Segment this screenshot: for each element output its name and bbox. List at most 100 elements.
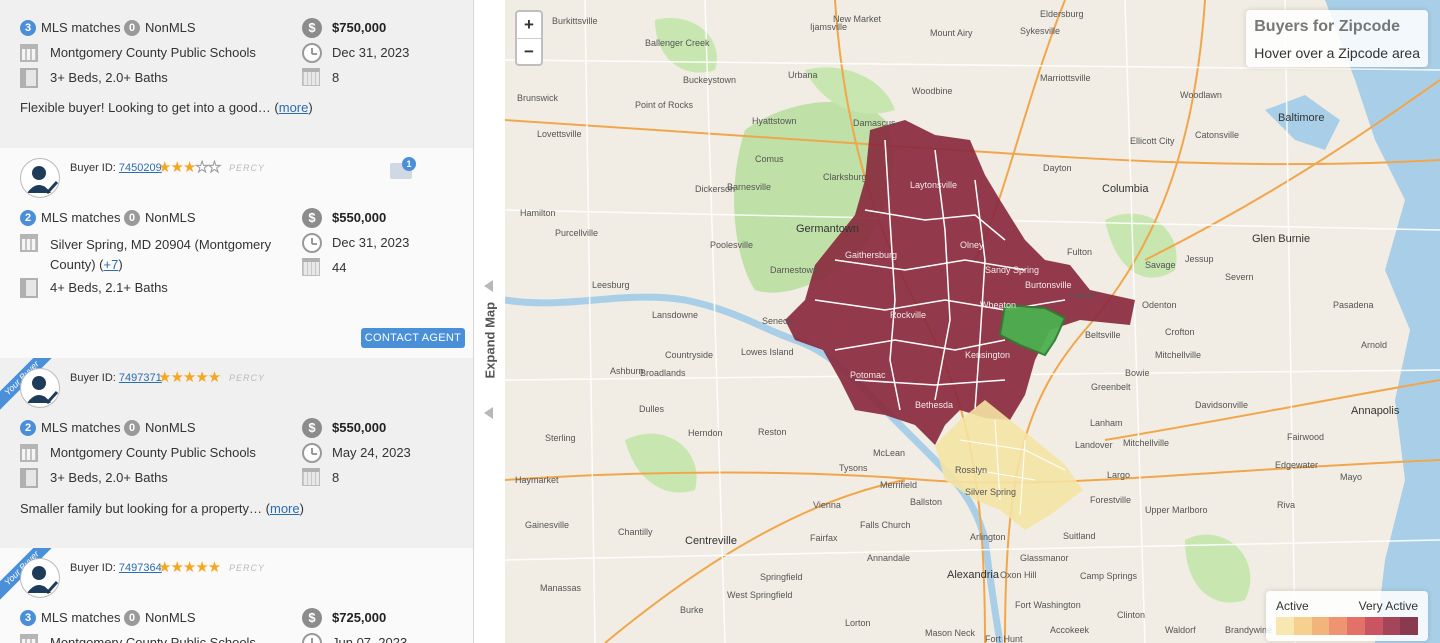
map-label: Fairfax (810, 533, 838, 543)
rating-stars: ★★★★★ (158, 559, 221, 576)
map-label: Burkittsville (552, 16, 598, 26)
map-label: Marriottsville (1040, 73, 1091, 83)
buyer-id-link[interactable]: 7450209 (119, 162, 162, 174)
map-label: Suitland (1063, 531, 1096, 541)
map-label: Brandywine (1225, 625, 1273, 635)
buyer-card[interactable]: Buyer ID: 7450209 ★★★★★ PERCY 1 2 MLS mat… (0, 148, 473, 358)
dollar-icon: $ (302, 208, 322, 228)
map-label: Purcellville (555, 228, 599, 238)
school-icon (20, 444, 38, 462)
more-link[interactable]: more (270, 501, 300, 516)
buyer-id-link[interactable]: 7497364 (119, 562, 162, 574)
map-canvas[interactable] (505, 0, 1440, 643)
map-label: Davidsonville (1195, 400, 1249, 410)
map-label: Woodbine (912, 86, 953, 96)
buyer-card[interactable]: Your Buyer Buyer ID: 7497364 ★★★★★ PERCY… (0, 548, 473, 643)
location-text: Montgomery County Public Schools (50, 45, 256, 60)
map-label: Greenbelt (1091, 382, 1131, 392)
map-label: Springfield (760, 572, 803, 582)
expand-map-toggle[interactable]: Expand Map (475, 0, 505, 643)
map-label: Countryside (665, 350, 714, 360)
legend-swatch (1382, 617, 1401, 635)
bed-icon (20, 468, 38, 488)
location-text: Montgomery County Public Schools (50, 635, 256, 643)
legend-swatch (1400, 617, 1418, 635)
price-text: $550,000 (332, 420, 387, 435)
info-subtitle: Hover over a Zipcode area (1254, 45, 1420, 61)
message-icon[interactable]: 1 (390, 157, 416, 179)
map-label: Brunswick (517, 93, 559, 103)
map-label: Fulton (1067, 247, 1093, 257)
park-area (625, 433, 697, 493)
date-text: Dec 31, 2023 (332, 235, 410, 250)
map-label: Upper Marlboro (1145, 505, 1208, 515)
contact-agent-button[interactable]: CONTACT AGENT (361, 328, 465, 348)
map-label: Hamilton (520, 208, 556, 218)
map-label: Merrifield (880, 480, 918, 490)
nonmls: 0 NonMLS (124, 210, 196, 226)
map-label: Laurel (1070, 290, 1096, 300)
map-label: Point of Rocks (635, 100, 694, 110)
legend-swatch (1329, 617, 1347, 635)
buyer-card[interactable]: Your Buyer Buyer ID: 7497371 ★★★★★ PERCY… (0, 358, 473, 548)
map-label: Forestville (1090, 495, 1132, 505)
zoom-in-button[interactable]: + (517, 12, 541, 38)
map-label: Tysons (839, 463, 868, 473)
map-label: Mitchellville (1155, 350, 1202, 360)
map-label: Riva (1277, 500, 1296, 510)
count-text: 8 (332, 470, 340, 485)
location-more-link[interactable]: +7 (103, 257, 118, 272)
map-label: Poolesville (710, 240, 754, 250)
map-label: Camp Springs (1080, 571, 1138, 581)
rating-stars: ★★★★★ (158, 159, 222, 177)
nonmls: 0 NonMLS (124, 420, 196, 436)
map-label: Reston (758, 427, 787, 437)
buyer-id: Buyer ID: 7497364 (70, 562, 162, 574)
zoom-out-button[interactable]: − (517, 38, 541, 64)
expand-arrow-icon (484, 280, 493, 292)
map-label: Crofton (1165, 327, 1195, 337)
bed-icon (20, 278, 38, 298)
map-label: Potomac (850, 370, 886, 380)
map-label: Catonsville (1195, 130, 1240, 140)
mls-matches: 2 MLS matches (20, 420, 120, 436)
count-text: 8 (332, 70, 340, 85)
map-label: Rosslyn (955, 465, 988, 475)
calendar-icon (302, 468, 320, 486)
map-label: Sterling (545, 433, 576, 443)
map-label: Dulles (639, 404, 665, 414)
legend-swatch (1293, 617, 1312, 635)
dollar-icon: $ (302, 418, 322, 438)
map-label: Glassmanor (1020, 553, 1069, 563)
map-label: Wheaton (980, 300, 1017, 310)
map-label: Comus (755, 154, 784, 164)
mls-count-badge: 2 (20, 210, 36, 226)
buyer-avatar (20, 558, 60, 598)
price-text: $550,000 (332, 210, 387, 225)
clock-icon (302, 443, 322, 463)
legend-swatch (1311, 617, 1330, 635)
buyer-card[interactable]: 3 MLS matches 0 NonMLS Montgomery County P… (0, 0, 473, 148)
map-label: Clarksburg (823, 172, 867, 182)
beds-baths-text: 3+ Beds, 2.0+ Baths (50, 470, 168, 485)
map-label: Laytonsville (910, 180, 958, 190)
nonmls-count-badge: 0 (124, 610, 140, 626)
date-text: Dec 31, 2023 (332, 45, 410, 60)
nonmls-count-badge: 0 (124, 420, 140, 436)
map-label: Odenton (1142, 300, 1177, 310)
location-text: Montgomery County Public Schools (50, 445, 256, 460)
info-title: Buyers for Zipcode (1254, 18, 1401, 35)
buyer-id-link[interactable]: 7497371 (119, 372, 162, 384)
school-icon (20, 234, 38, 252)
map-label: Baltimore (1278, 112, 1325, 124)
mls-matches: 3 MLS matches (20, 20, 120, 36)
map-label: West Springfield (727, 590, 793, 600)
buyer-list: 3 MLS matches 0 NonMLS Montgomery County P… (0, 0, 474, 643)
map-label: Eldersburg (1040, 9, 1084, 19)
zipcode-map[interactable]: Burkittsville Ballenger Creek Buckeystow… (505, 0, 1440, 643)
more-link[interactable]: more (279, 100, 309, 115)
nonmls: 0 NonMLS (124, 610, 196, 626)
map-label: Arnold (1361, 340, 1388, 350)
person-check-icon (27, 376, 59, 405)
mls-count-badge: 3 (20, 610, 36, 626)
